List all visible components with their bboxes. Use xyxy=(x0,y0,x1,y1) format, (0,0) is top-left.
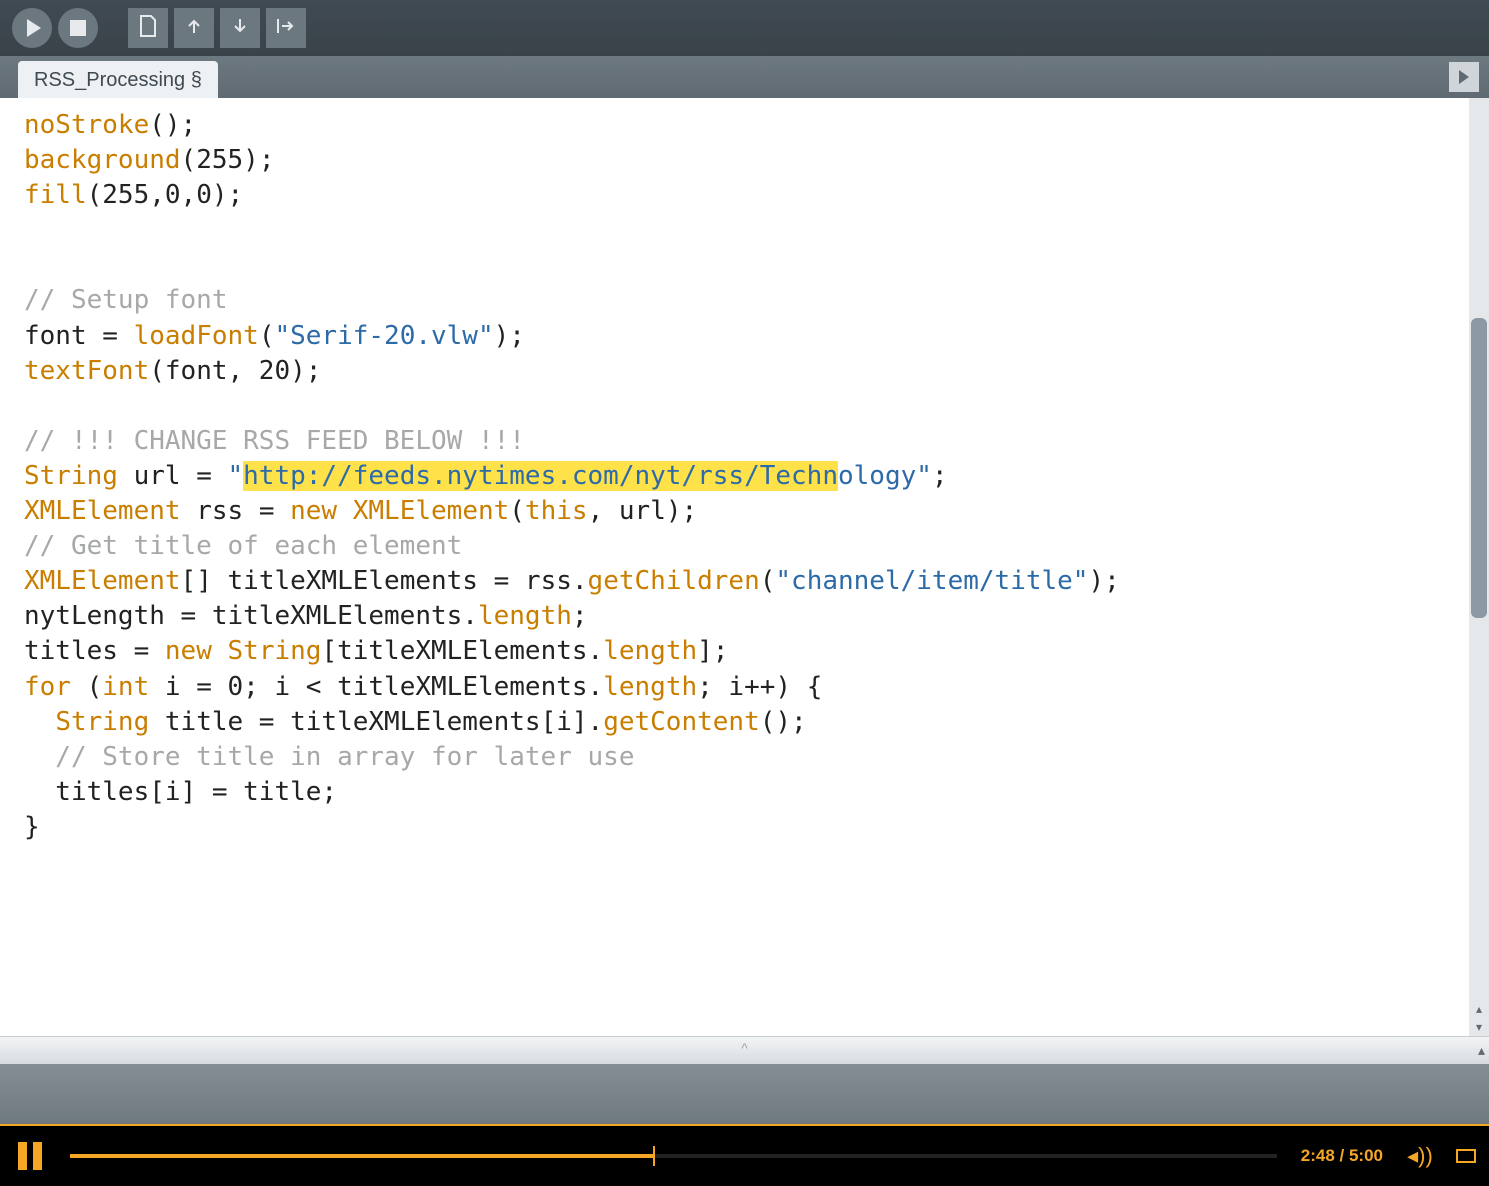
tab-rss-processing[interactable]: RSS_Processing § xyxy=(18,61,218,98)
volume-button[interactable]: ◂)) xyxy=(1397,1143,1443,1169)
resize-arrow-icon: ▴ xyxy=(1478,1039,1485,1061)
timecode: 2:48 / 5:00 xyxy=(1287,1146,1397,1166)
open-button[interactable] xyxy=(174,8,214,48)
progress-track[interactable] xyxy=(70,1154,1277,1158)
play-icon xyxy=(27,19,41,37)
fullscreen-button[interactable] xyxy=(1443,1149,1489,1163)
scroll-up-icon[interactable]: ▴ xyxy=(1469,1000,1489,1018)
tab-menu-button[interactable] xyxy=(1449,62,1479,92)
scroll-down-icon[interactable]: ▾ xyxy=(1469,1018,1489,1036)
save-button[interactable] xyxy=(220,8,260,48)
arrow-right-icon xyxy=(1459,70,1469,84)
arrow-up-icon xyxy=(185,17,203,40)
arrow-down-icon xyxy=(231,17,249,40)
console-divider[interactable]: ^ ▴ xyxy=(0,1036,1489,1064)
code-editor[interactable]: noStroke(); background(255); fill(255,0,… xyxy=(0,98,1469,1036)
progress-handle[interactable] xyxy=(653,1146,655,1166)
editor-area: noStroke(); background(255); fill(255,0,… xyxy=(0,98,1489,1036)
pause-icon xyxy=(18,1142,27,1170)
tab-label: RSS_Processing xyxy=(34,69,185,91)
tab-bar: RSS_Processing § xyxy=(0,56,1489,98)
toolbar xyxy=(0,0,1489,56)
progress-played xyxy=(70,1154,654,1158)
vertical-scrollbar[interactable]: ▴ ▾ xyxy=(1469,98,1489,1036)
fullscreen-icon xyxy=(1456,1149,1476,1163)
new-button[interactable] xyxy=(128,8,168,48)
file-icon xyxy=(139,15,157,42)
highlighted-selection: http://feeds.nytimes.com/nyt/rss/Techn xyxy=(243,461,838,491)
pause-icon xyxy=(33,1142,42,1170)
stop-icon xyxy=(70,20,86,36)
stop-button[interactable] xyxy=(58,8,98,48)
pause-button[interactable] xyxy=(0,1142,60,1170)
run-button[interactable] xyxy=(12,8,52,48)
export-button[interactable] xyxy=(266,8,306,48)
export-icon xyxy=(276,17,296,40)
volume-icon: ◂)) xyxy=(1407,1143,1433,1168)
grip-icon: ^ xyxy=(741,1040,748,1056)
console-panel xyxy=(0,1064,1489,1124)
video-player-bar: 2:48 / 5:00 ◂)) xyxy=(0,1124,1489,1186)
scrollbar-thumb[interactable] xyxy=(1471,318,1487,618)
tab-modified-mark: § xyxy=(191,69,202,91)
